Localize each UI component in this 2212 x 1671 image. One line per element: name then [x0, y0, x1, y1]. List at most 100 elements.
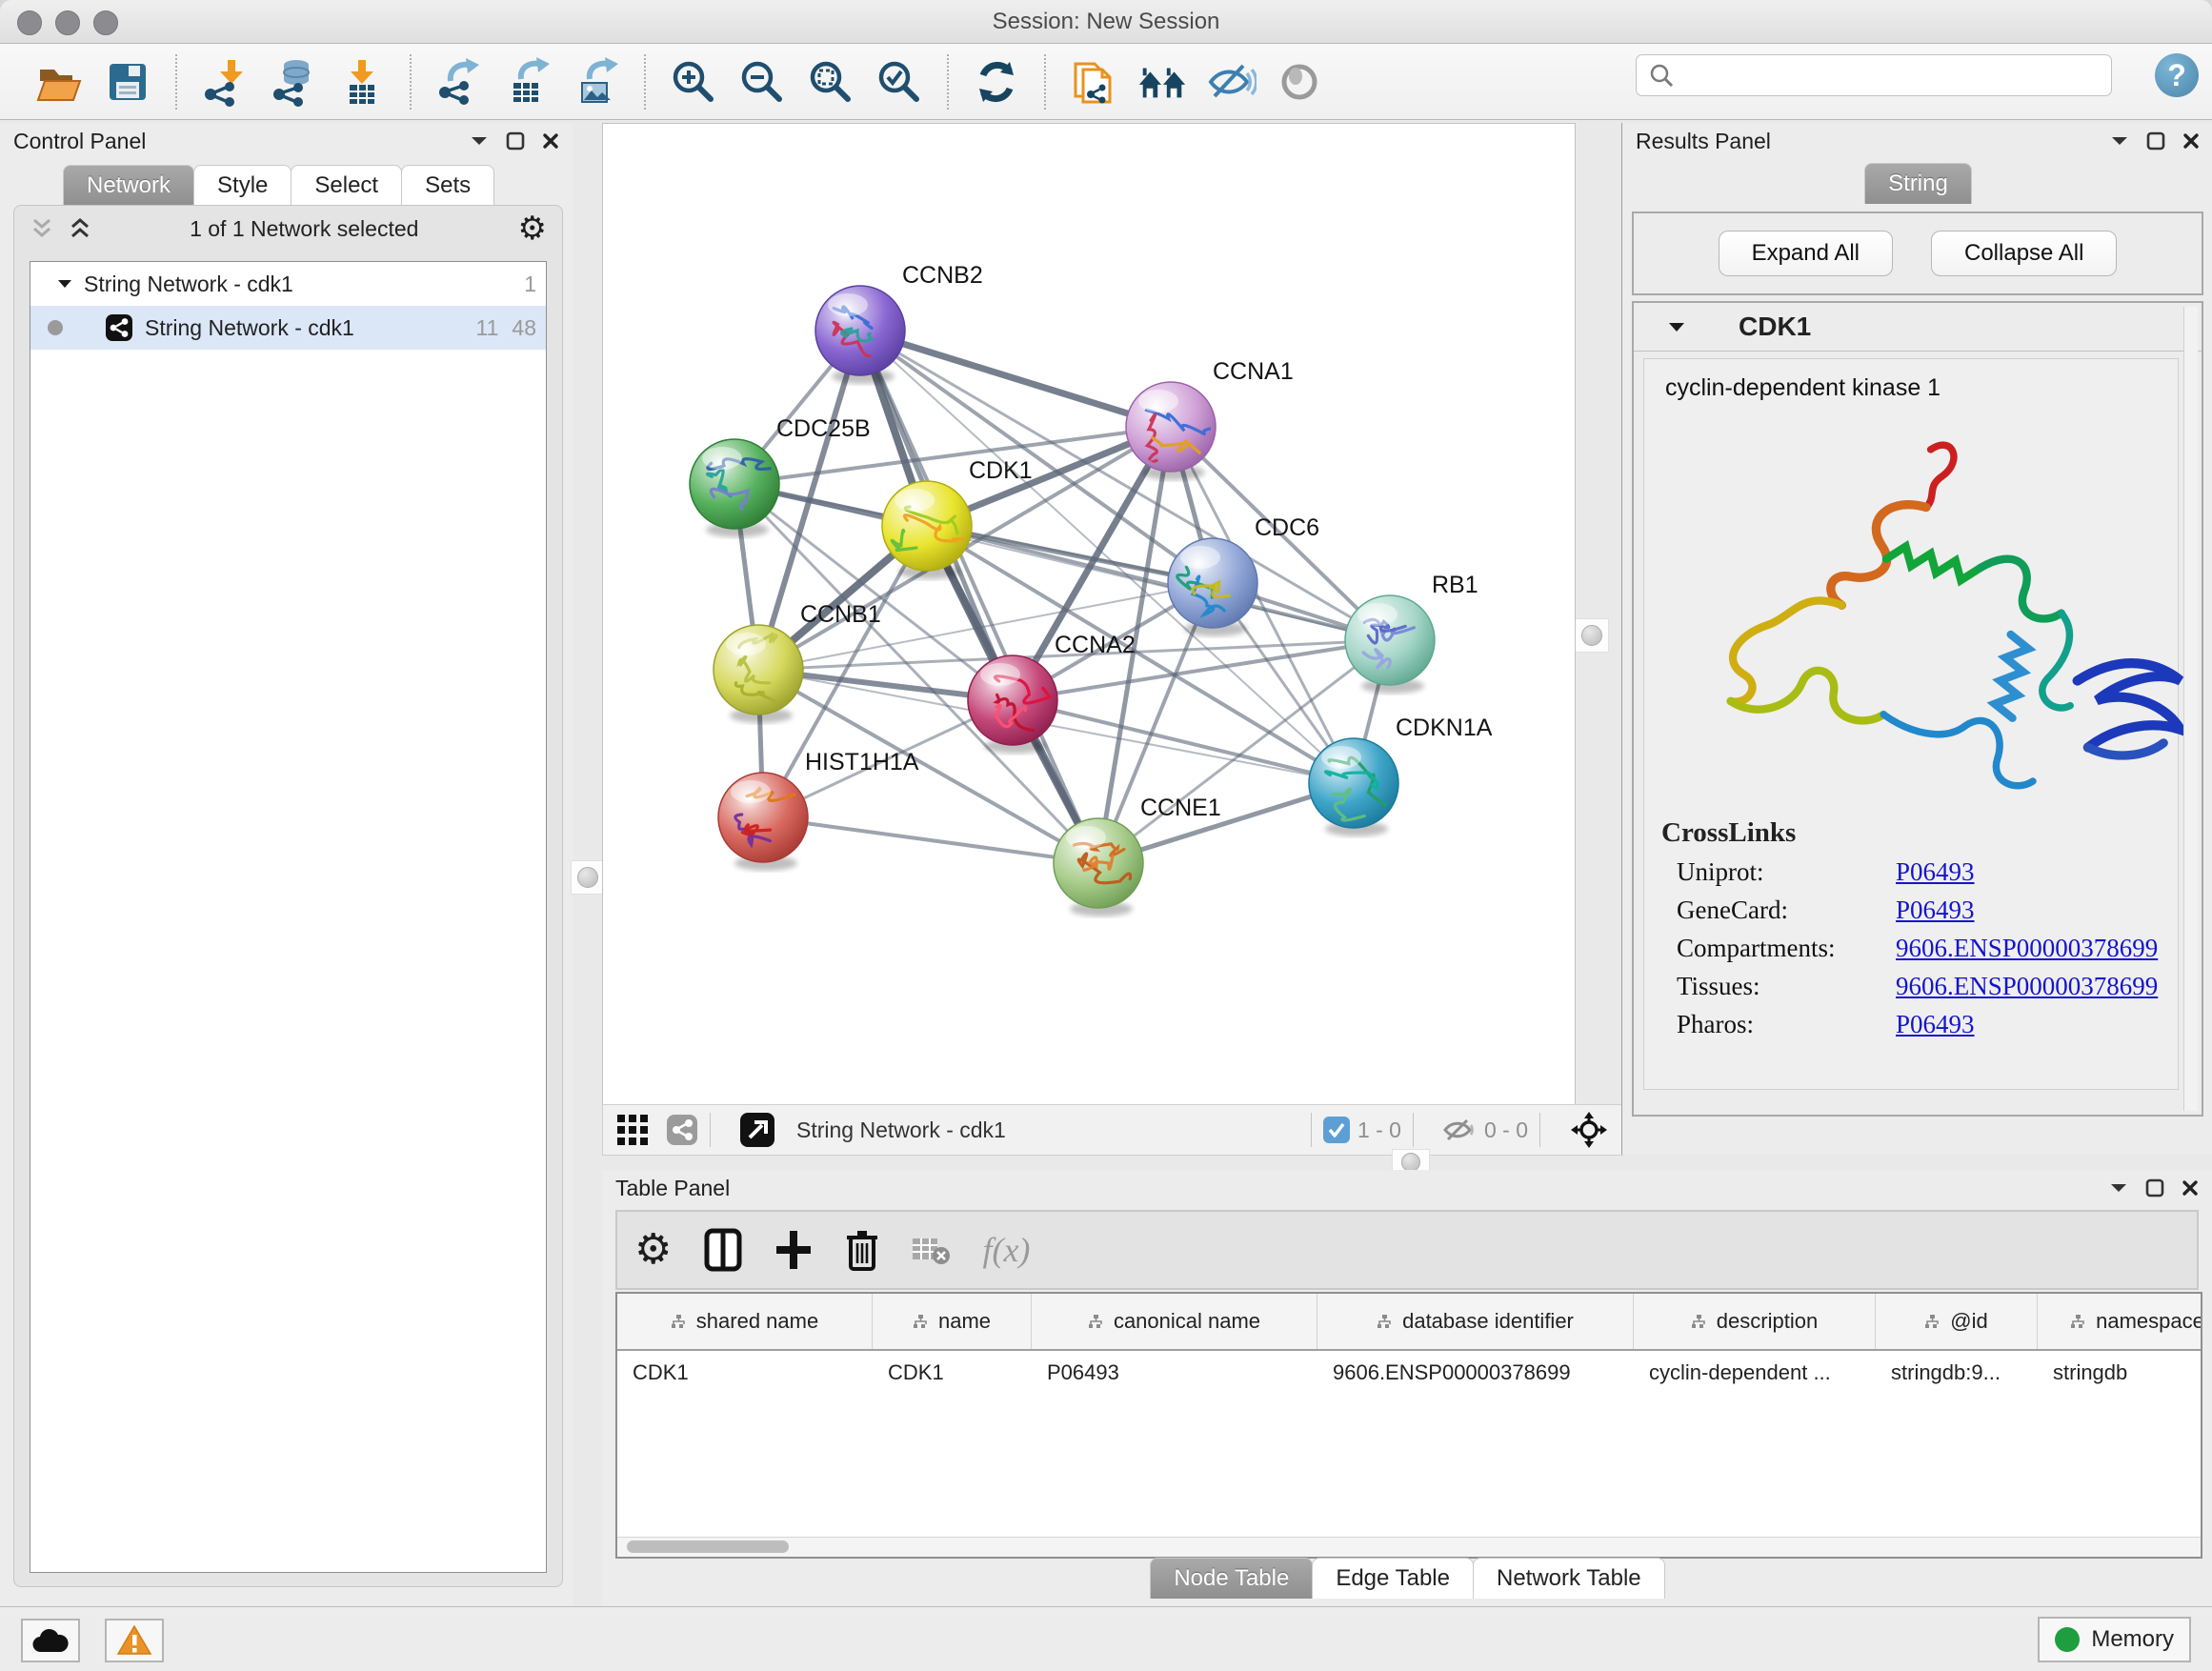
edge[interactable] — [860, 331, 1098, 863]
home-icon[interactable] — [1136, 55, 1189, 109]
refresh-layout-icon[interactable] — [970, 55, 1023, 109]
edge[interactable] — [763, 817, 1098, 863]
column-header-database-identifier[interactable]: database identifier — [1317, 1294, 1634, 1349]
tab-select[interactable]: Select — [291, 165, 402, 206]
table-options-gear-icon[interactable]: ⚙ — [634, 1229, 672, 1271]
panel-collapse-icon[interactable] — [470, 134, 489, 148]
tab-style[interactable]: Style — [193, 165, 292, 206]
table-cell[interactable]: P06493 — [1032, 1351, 1317, 1395]
crosslink-link[interactable]: P06493 — [1896, 1010, 1975, 1039]
table-row[interactable]: CDK1CDK1P064939606.ENSP00000378699cyclin… — [617, 1351, 2201, 1395]
control-splitter-handle[interactable] — [571, 860, 605, 895]
column-header-description[interactable]: description — [1634, 1294, 1876, 1349]
import-table-from-file-icon[interactable] — [335, 55, 389, 109]
save-session-icon[interactable] — [101, 55, 154, 109]
column-header-canonical-name[interactable]: canonical name — [1032, 1294, 1317, 1349]
panel-close-icon[interactable] — [2182, 1179, 2199, 1197]
node-CDC25B[interactable] — [690, 439, 779, 529]
show-hide-graphics-details-icon[interactable] — [1204, 55, 1257, 109]
tab-string[interactable]: String — [1864, 163, 1972, 204]
table-h-scrollbar-thumb[interactable] — [627, 1540, 789, 1553]
node-CDK1[interactable] — [882, 481, 972, 571]
table-cell[interactable]: CDK1 — [873, 1351, 1032, 1395]
import-network-from-file-icon[interactable] — [198, 55, 251, 109]
gene-panel-scrollbar[interactable] — [2183, 307, 2198, 1111]
node-CDC6[interactable] — [1168, 538, 1257, 628]
node-CCNB1[interactable] — [714, 625, 803, 715]
panel-float-icon[interactable] — [2146, 131, 2165, 151]
grid-view-icon[interactable] — [616, 1114, 649, 1146]
expand-all-button[interactable]: Expand All — [1719, 231, 1893, 276]
column-header-namespace[interactable]: namespace — [2038, 1294, 2202, 1349]
export-image-icon[interactable] — [570, 55, 623, 109]
node-HIST1H1A[interactable] — [718, 773, 815, 862]
show-columns-icon[interactable] — [704, 1228, 742, 1272]
node-CCNA2[interactable] — [968, 655, 1057, 745]
warnings-button[interactable] — [105, 1619, 164, 1662]
node-CCNA1[interactable] — [1126, 382, 1217, 472]
network-options-gear-icon[interactable]: ⚙ — [518, 208, 547, 250]
results-splitter[interactable] — [1575, 123, 1621, 1104]
node-CDKN1A[interactable] — [1309, 738, 1398, 828]
table-cell[interactable]: cyclin-dependent ... — [1634, 1351, 1876, 1395]
gene-expander-icon[interactable] — [1668, 321, 1685, 333]
crosslink-link[interactable]: 9606.ENSP00000378699 — [1896, 934, 2158, 963]
tab-sets[interactable]: Sets — [401, 165, 494, 206]
rendering-detail-sphere-icon[interactable] — [1273, 55, 1326, 109]
node-CCNB2[interactable] — [815, 286, 905, 375]
crosslink-link[interactable]: 9606.ENSP00000378699 — [1896, 972, 2158, 1001]
table-cell[interactable]: CDK1 — [617, 1351, 873, 1395]
import-network-from-database-icon[interactable] — [267, 55, 320, 109]
search-box[interactable] — [1636, 54, 2112, 96]
tree-expander-icon[interactable] — [57, 278, 72, 290]
column-header-@id[interactable]: @id — [1876, 1294, 2038, 1349]
network-graph[interactable]: CCNB2CCNA1CDC25BCDK1CDC6RB1CCNB1CCNA2CDK… — [603, 124, 1575, 1104]
cloud-button[interactable] — [21, 1619, 80, 1662]
add-column-icon[interactable] — [774, 1229, 813, 1271]
gene-panel-header[interactable]: CDK1 — [1634, 303, 2202, 352]
edge[interactable] — [860, 331, 1171, 427]
panel-close-icon[interactable] — [542, 132, 559, 150]
results-splitter-handle[interactable] — [1575, 618, 1609, 653]
panel-close-icon[interactable] — [2182, 132, 2200, 150]
network-share-gray-icon[interactable] — [666, 1114, 698, 1146]
zoom-in-icon[interactable] — [667, 55, 720, 109]
open-session-icon[interactable] — [32, 55, 86, 109]
panel-float-icon[interactable] — [506, 131, 525, 151]
crosslink-link[interactable]: P06493 — [1896, 896, 1975, 925]
tab-edge-table[interactable]: Edge Table — [1312, 1558, 1474, 1599]
panel-collapse-icon[interactable] — [2110, 134, 2129, 148]
node-CCNE1[interactable] — [1054, 818, 1143, 908]
search-input[interactable] — [1675, 62, 2079, 89]
column-header-shared-name[interactable]: shared name — [617, 1294, 873, 1349]
panel-float-icon[interactable] — [2145, 1178, 2164, 1198]
zoom-selected-icon[interactable] — [873, 55, 926, 109]
export-table-icon[interactable] — [501, 55, 554, 109]
column-header-name[interactable]: name — [873, 1294, 1032, 1349]
panel-collapse-icon[interactable] — [2109, 1181, 2128, 1195]
tab-network[interactable]: Network — [63, 165, 194, 206]
selected-checkbox-icon[interactable] — [1323, 1117, 1350, 1143]
table-cell[interactable]: stringdb:9... — [1876, 1351, 2038, 1395]
tab-network-table[interactable]: Network Table — [1473, 1558, 1665, 1599]
tab-node-table[interactable]: Node Table — [1150, 1558, 1313, 1599]
table-cell[interactable]: stringdb — [2038, 1351, 2202, 1395]
table-cell[interactable]: 9606.ENSP00000378699 — [1317, 1351, 1634, 1395]
memory-button[interactable]: Memory — [2038, 1617, 2191, 1662]
table-h-scrollbar[interactable] — [617, 1537, 2201, 1557]
collapse-all-button[interactable]: Collapse All — [1931, 231, 2117, 276]
zoom-fit-icon[interactable] — [804, 55, 857, 109]
network-row[interactable]: String Network - cdk1 11 48 — [30, 306, 546, 350]
export-network-icon[interactable] — [432, 55, 486, 109]
network-view-canvas[interactable]: CCNB2CCNA1CDC25BCDK1CDC6RB1CCNB1CCNA2CDK… — [602, 123, 1576, 1105]
collapse-all-networks-icon[interactable] — [31, 217, 52, 240]
zoom-out-icon[interactable] — [735, 55, 789, 109]
network-collection-row[interactable]: String Network - cdk1 1 — [30, 262, 546, 306]
node-RB1[interactable] — [1345, 595, 1435, 685]
pan-crosshair-icon[interactable] — [1569, 1110, 1609, 1150]
birds-eye-view-icon[interactable] — [739, 1112, 775, 1148]
crosslink-link[interactable]: P06493 — [1896, 857, 1975, 887]
help-button[interactable]: ? — [2155, 53, 2199, 97]
network-from-document-icon[interactable] — [1067, 55, 1120, 109]
delete-column-icon[interactable] — [845, 1228, 879, 1272]
